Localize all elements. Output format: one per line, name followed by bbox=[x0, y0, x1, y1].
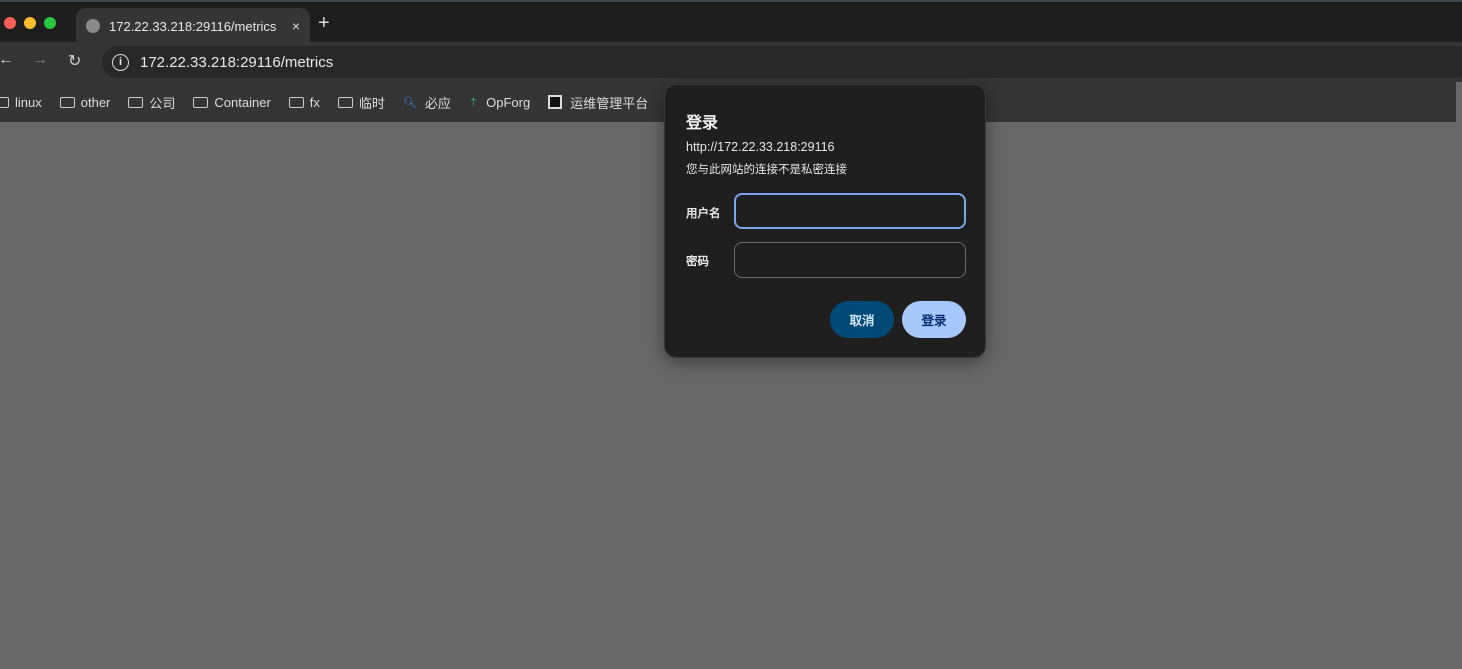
maximize-window-button[interactable] bbox=[44, 17, 56, 29]
folder-icon bbox=[59, 96, 75, 108]
forward-button[interactable]: → bbox=[32, 51, 48, 69]
dialog-warning: 您与此网站的连接不是私密连接 bbox=[686, 164, 847, 176]
tab-strip: 172.22.33.218:29116/metrics × + bbox=[0, 0, 1462, 44]
minimize-window-button[interactable] bbox=[24, 17, 36, 29]
bookmark-ops-platform[interactable]: 运维管理平台 bbox=[548, 93, 648, 112]
toolbar: ← → ↻ i 172.22.33.218:29116/metrics bbox=[0, 42, 1462, 82]
address-bar[interactable]: i 172.22.33.218:29116/metrics bbox=[102, 46, 1462, 78]
tab-title: 172.22.33.218:29116/metrics bbox=[109, 18, 277, 34]
folder-icon bbox=[337, 96, 353, 108]
login-dialog: 登录 http://172.22.33.218:29116 您与此网站的连接不是… bbox=[664, 84, 986, 358]
bookmark-other[interactable]: other bbox=[59, 95, 110, 110]
close-tab-icon[interactable]: × bbox=[292, 18, 300, 34]
reload-button[interactable]: ↻ bbox=[68, 51, 81, 71]
globe-icon bbox=[86, 19, 100, 33]
dialog-origin: http://172.22.33.218:29116 bbox=[686, 140, 835, 154]
folder-icon bbox=[193, 96, 209, 108]
folder-icon bbox=[0, 96, 9, 108]
search-icon: 🔍︎ bbox=[402, 96, 417, 109]
bookmark-company[interactable]: 公司 bbox=[128, 93, 175, 112]
bookmark-temp[interactable]: 临时 bbox=[337, 93, 385, 112]
username-label: 用户名 bbox=[686, 208, 721, 220]
back-button[interactable]: ← bbox=[0, 51, 14, 69]
folder-icon bbox=[128, 96, 144, 108]
cancel-button[interactable]: 取消 bbox=[830, 301, 894, 338]
bookmark-container[interactable]: Container bbox=[193, 95, 271, 110]
info-icon[interactable]: i bbox=[112, 53, 129, 71]
opforg-icon: ⇡ bbox=[468, 96, 479, 109]
bookmark-opforg[interactable]: ⇡ OpForg bbox=[469, 95, 530, 110]
app-icon bbox=[548, 95, 563, 109]
close-window-button[interactable] bbox=[4, 17, 16, 29]
password-label: 密码 bbox=[686, 256, 709, 268]
username-input[interactable] bbox=[734, 193, 966, 229]
bookmark-linux[interactable]: linux bbox=[0, 95, 42, 110]
new-tab-button[interactable]: + bbox=[318, 12, 330, 35]
bookmark-bing[interactable]: 🔍︎ 必应 bbox=[403, 93, 451, 112]
dialog-title: 登录 bbox=[686, 115, 719, 132]
url-text: 172.22.33.218:29116/metrics bbox=[140, 53, 334, 71]
bookmark-fx[interactable]: fx bbox=[288, 95, 320, 110]
login-button[interactable]: 登录 bbox=[902, 301, 966, 338]
password-input[interactable] bbox=[734, 242, 966, 278]
tab-active[interactable]: 172.22.33.218:29116/metrics × bbox=[76, 8, 310, 44]
folder-icon bbox=[288, 96, 304, 108]
